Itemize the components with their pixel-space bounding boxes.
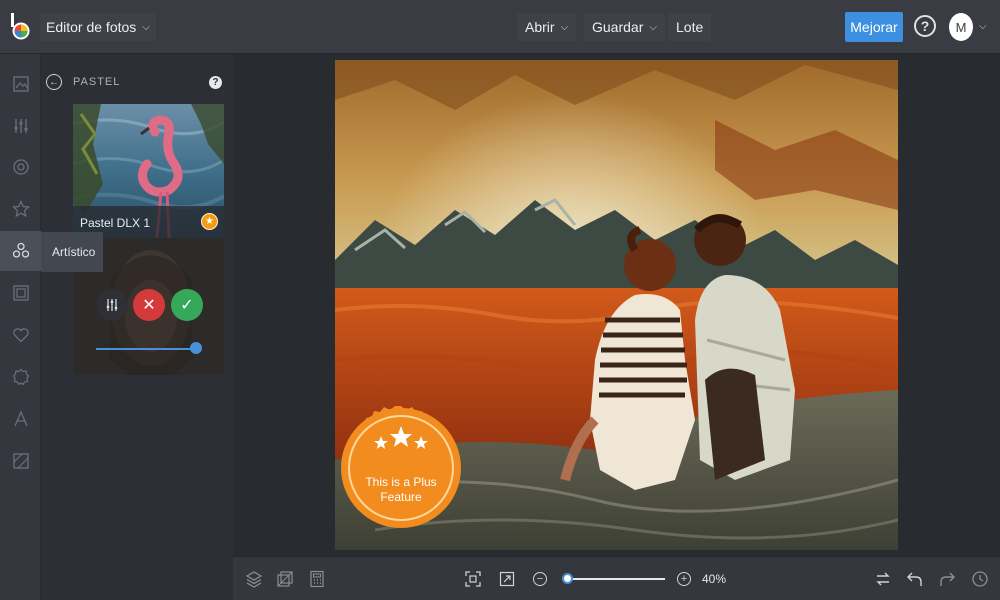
zoom-slider-handle[interactable]: [562, 573, 573, 584]
app-title: Editor de fotos: [46, 19, 137, 35]
help-icon[interactable]: ?: [914, 15, 936, 37]
chevron-down-icon: ⌵: [142, 21, 150, 33]
plus-badge-line1: This is a Plus: [365, 475, 436, 489]
plus-badge-line2: Feature: [380, 490, 422, 504]
effect-settings-button[interactable]: [96, 289, 128, 321]
eye-icon[interactable]: [0, 147, 41, 187]
menu-open[interactable]: Abrir ⌵: [517, 13, 577, 41]
menu-save-label: Guardar: [592, 19, 644, 35]
texture-icon[interactable]: [0, 441, 41, 481]
swap-icon[interactable]: [873, 569, 893, 589]
expand-icon[interactable]: [497, 569, 517, 589]
top-bar: Editor de fotos ⌵ Abrir ⌵ Guardar ⌵ Lote…: [0, 0, 1000, 54]
chevron-down-icon[interactable]: ⌵: [979, 21, 987, 32]
panel-header: ← PASTEL ?: [41, 54, 233, 100]
crop-overlay-icon[interactable]: [275, 569, 295, 589]
close-icon: ✕: [142, 297, 156, 314]
avatar[interactable]: M: [949, 13, 973, 41]
frame-icon[interactable]: [0, 273, 41, 313]
adjust-sliders-icon[interactable]: [0, 106, 41, 146]
plus-icon: +: [680, 572, 688, 585]
check-icon: ✓: [180, 297, 194, 314]
premium-star-icon: ★: [201, 213, 218, 230]
heart-icon[interactable]: [0, 315, 41, 355]
text-icon[interactable]: [0, 399, 41, 439]
menu-save[interactable]: Guardar ⌵: [584, 13, 665, 41]
app-title-dropdown[interactable]: Editor de fotos ⌵: [40, 13, 156, 41]
menu-batch[interactable]: Lote: [668, 13, 712, 41]
tooltip-label: Artístico: [52, 245, 96, 259]
star-icon[interactable]: [0, 189, 41, 229]
zoom-level: 40%: [702, 572, 727, 586]
menu-open-label: Abrir: [525, 19, 555, 35]
badge-icon[interactable]: [0, 357, 41, 397]
image-icon[interactable]: [0, 64, 41, 104]
artistic-icon[interactable]: [0, 231, 41, 271]
intensity-slider-track[interactable]: [96, 348, 196, 350]
tool-rail: [0, 54, 41, 600]
zoom-out-button[interactable]: −: [533, 572, 547, 586]
upgrade-button-label: Mejorar: [850, 19, 898, 35]
tooltip-artistic: Artístico: [41, 232, 103, 272]
layers-icon[interactable]: [244, 569, 264, 589]
zoom-in-button[interactable]: +: [677, 572, 691, 586]
plus-feature-badge[interactable]: This is a Plus Feature: [340, 388, 462, 548]
sliders-icon: [106, 299, 118, 311]
help-icon[interactable]: ?: [209, 76, 222, 89]
menu-batch-label: Lote: [676, 19, 704, 35]
help-symbol: ?: [212, 77, 219, 88]
chevron-down-icon: ⌵: [560, 21, 569, 33]
avatar-initial: M: [955, 19, 967, 35]
panel-title: PASTEL: [73, 76, 121, 88]
effect-thumbnail-pastel-dlx-1[interactable]: Pastel DLX 1 ★: [73, 104, 224, 238]
back-arrow-icon[interactable]: ←: [46, 74, 62, 90]
upgrade-button[interactable]: Mejorar: [845, 12, 903, 42]
effect-name: Pastel DLX 1: [80, 216, 151, 230]
intensity-slider-handle[interactable]: [190, 342, 202, 354]
help-symbol: ?: [920, 18, 930, 34]
fit-screen-icon[interactable]: [463, 569, 483, 589]
redo-icon[interactable]: [937, 569, 957, 589]
minus-icon: −: [536, 572, 544, 585]
apply-effect-button[interactable]: ✓: [171, 289, 203, 321]
calculator-icon[interactable]: [307, 569, 327, 589]
undo-icon[interactable]: [905, 569, 925, 589]
history-icon[interactable]: [970, 569, 990, 589]
effects-panel: ← PASTEL ? Pastel DLX 1 ★ ✕ ✓: [41, 54, 233, 600]
app-logo[interactable]: [8, 11, 34, 43]
bottom-toolbar: − + 40%: [233, 556, 1000, 600]
cancel-effect-button[interactable]: ✕: [133, 289, 165, 321]
chevron-down-icon: ⌵: [649, 21, 657, 33]
zoom-slider-track[interactable]: [563, 578, 665, 580]
